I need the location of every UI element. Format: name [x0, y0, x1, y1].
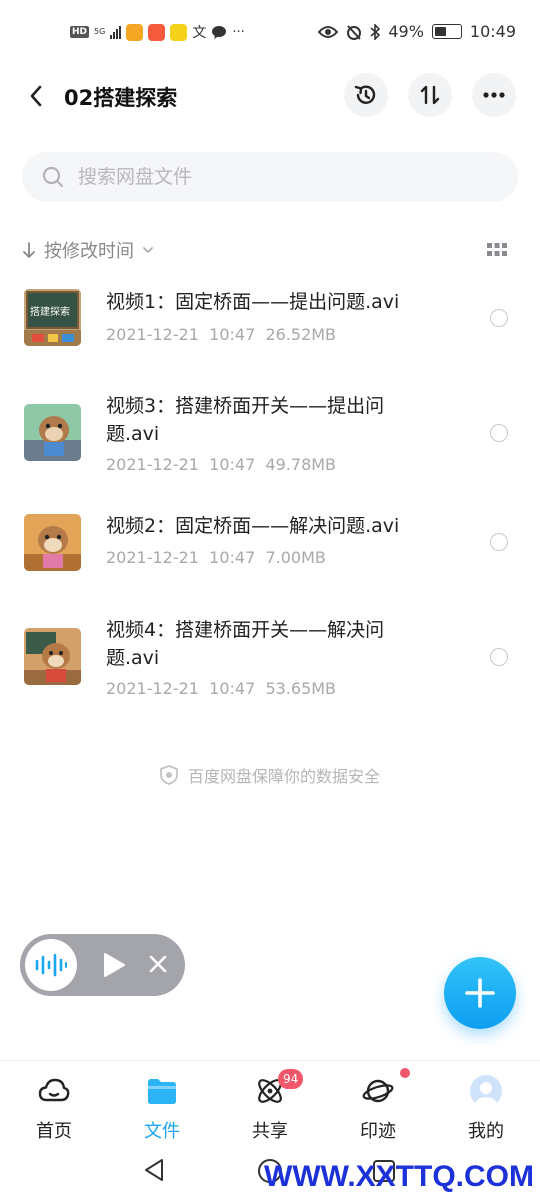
folder-icon — [148, 1079, 176, 1104]
cloud-icon — [38, 1078, 70, 1102]
status-right: 49% 10:49 — [318, 22, 516, 41]
video-thumbnail: 搭建探索 — [24, 289, 81, 346]
search-input[interactable] — [78, 152, 498, 202]
file-date: 2021-12-21 10:47 — [106, 679, 256, 698]
file-row[interactable]: 视频2：固定桥面——解决问题.avi 2021-12-21 10:47 7.00… — [0, 512, 540, 596]
more-notifications-icon: ··· — [232, 24, 245, 40]
history-icon — [354, 85, 376, 104]
file-row[interactable]: 视频4：搭建桥面开关——解决问题.avi 2021-12-21 10:47 53… — [0, 612, 540, 712]
search-icon — [42, 166, 64, 188]
file-date: 2021-12-21 10:47 — [106, 548, 256, 567]
network-indicator: 5G — [94, 27, 106, 36]
tab-label: 首页 — [36, 1121, 72, 1142]
tab-label: 文件 — [144, 1121, 180, 1142]
play-icon[interactable] — [102, 952, 126, 978]
sort-arrows-icon — [420, 85, 440, 105]
audio-wave-icon — [35, 953, 67, 977]
notification-dot — [400, 1068, 410, 1078]
notification-badge: 94 — [278, 1069, 304, 1089]
video-thumbnail — [24, 514, 81, 571]
eye-icon — [318, 25, 339, 38]
file-size: 7.00MB — [265, 548, 326, 567]
tab-label: 我的 — [468, 1121, 504, 1142]
tab-home[interactable]: 首页 — [14, 1071, 94, 1145]
file-meta: 2021-12-21 10:47 7.00MB — [106, 548, 326, 567]
app-notification-icon — [126, 23, 144, 41]
shield-icon — [160, 765, 178, 785]
header: 02搭建探索 — [0, 70, 540, 122]
file-date: 2021-12-21 10:47 — [106, 455, 256, 474]
tab-footprint[interactable]: 印迹 — [338, 1068, 418, 1145]
status-left: HD 5G 文 ··· — [70, 22, 245, 42]
file-meta: 2021-12-21 10:47 26.52MB — [106, 325, 336, 344]
planet-icon — [362, 1079, 394, 1103]
app-notification-icon — [170, 23, 188, 41]
cartoon-hamster-thumbnail-image — [24, 514, 81, 571]
search-bar[interactable] — [22, 152, 518, 202]
bottom-tab-bar: 首页 文件 94 共享 印迹 我的 — [0, 1060, 540, 1144]
tab-share[interactable]: 94 共享 — [230, 1069, 310, 1145]
alarm-off-icon — [347, 24, 362, 40]
video-thumbnail — [24, 628, 81, 685]
battery-fill — [434, 27, 447, 36]
arrow-down-icon — [23, 242, 35, 258]
cartoon-hamster-thumbnail-image — [24, 628, 81, 685]
message-icon — [212, 25, 227, 39]
grid-view-icon[interactable] — [486, 240, 508, 260]
tab-label: 印迹 — [360, 1121, 396, 1142]
hd-indicator: HD — [70, 26, 90, 38]
add-button[interactable] — [444, 957, 516, 1029]
tab-files[interactable]: 文件 — [122, 1071, 202, 1145]
more-button[interactable] — [472, 73, 516, 117]
file-name: 视频1：固定桥面——提出问题.avi — [106, 291, 400, 313]
file-meta: 2021-12-21 10:47 53.65MB — [106, 679, 336, 698]
avatar-icon — [470, 1075, 502, 1107]
back-button[interactable] — [16, 76, 56, 116]
file-meta: 2021-12-21 10:47 49.78MB — [106, 455, 336, 474]
file-size: 49.78MB — [265, 455, 337, 474]
file-size: 26.52MB — [265, 325, 337, 344]
app-notification-icon — [148, 23, 166, 41]
select-radio[interactable] — [490, 648, 508, 666]
tab-profile[interactable]: 我的 — [446, 1071, 526, 1145]
history-button[interactable] — [344, 73, 388, 117]
status-bar: HD 5G 文 ··· 49% 10:49 — [0, 0, 540, 62]
file-row[interactable]: 搭建探索 视频1：固定桥面——提出问题.avi 2021-12-21 10:47… — [0, 280, 540, 364]
tab-label: 共享 — [252, 1121, 288, 1142]
signal-icon — [110, 25, 122, 39]
battery-icon — [431, 24, 462, 39]
file-name: 视频3：搭建桥面开关——提出问题.avi — [106, 395, 385, 445]
plus-icon — [465, 978, 495, 1008]
cartoon-hamster-thumbnail-image — [24, 404, 81, 461]
sort-button[interactable] — [408, 73, 452, 117]
security-note-text: 百度网盘保障你的数据安全 — [187, 767, 380, 786]
select-radio[interactable] — [490, 309, 508, 327]
bluetooth-icon — [370, 23, 381, 40]
file-date: 2021-12-21 10:47 — [106, 325, 256, 344]
sort-by-modified-button[interactable]: 按修改时间 — [22, 232, 154, 268]
watermark-text: WWW.XXTTQ.COM — [264, 1160, 534, 1193]
select-radio[interactable] — [490, 533, 508, 551]
more-horizontal-icon — [483, 92, 505, 98]
close-icon[interactable] — [148, 954, 168, 974]
clock: 10:49 — [469, 22, 516, 41]
video-thumbnail — [24, 404, 81, 461]
sort-bar: 按修改时间 — [22, 232, 518, 268]
translate-icon: 文 — [192, 25, 207, 41]
sort-label: 按修改时间 — [44, 241, 134, 262]
audio-wave-button[interactable] — [25, 939, 77, 991]
file-row[interactable]: 视频3：搭建桥面开关——提出问题.avi 2021-12-21 10:47 49… — [0, 388, 540, 488]
select-radio[interactable] — [490, 424, 508, 442]
security-note: 百度网盘保障你的数据安全 — [0, 762, 540, 788]
page-title: 02搭建探索 — [64, 86, 178, 110]
chevron-down-icon — [143, 247, 153, 253]
file-name: 视频4：搭建桥面开关——解决问题.avi — [106, 619, 385, 669]
file-name: 视频2：固定桥面——解决问题.avi — [106, 515, 400, 537]
thumbnail-chalk-text: 搭建探索 — [30, 307, 70, 318]
battery-percent: 49% — [388, 22, 424, 41]
nav-back-icon[interactable] — [143, 1158, 165, 1182]
floating-audio-player[interactable] — [20, 934, 185, 996]
file-size: 53.65MB — [265, 679, 337, 698]
chevron-left-icon — [30, 85, 42, 107]
